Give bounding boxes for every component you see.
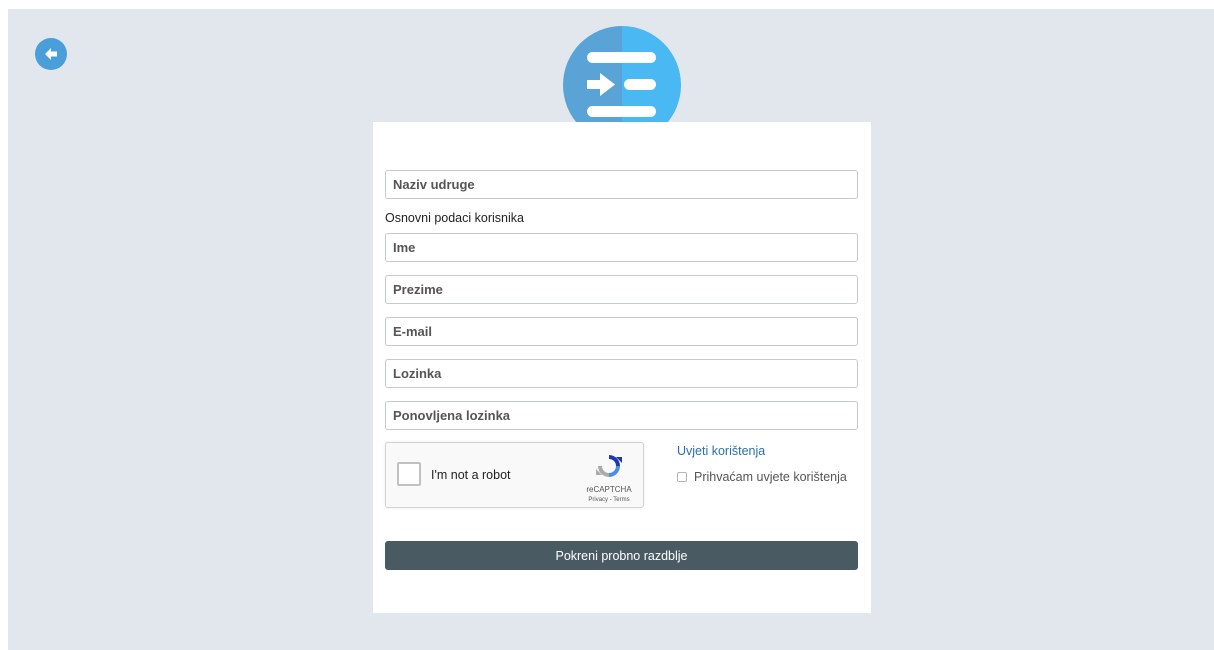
recaptcha-widget: I'm not a robot reCAPTCHA Privacy - Term… [385,442,644,508]
section-label: Osnovni podaci korisnika [385,211,524,225]
page-background: Osnovni podaci korisnika I'm not a robot… [8,9,1214,650]
registration-card: Osnovni podaci korisnika I'm not a robot… [373,122,871,613]
last-name-input[interactable] [385,275,858,304]
recaptcha-label: I'm not a robot [431,468,511,482]
org-name-input[interactable] [385,170,858,199]
first-name-input[interactable] [385,233,858,262]
accept-terms-checkbox[interactable] [677,472,687,482]
email-input[interactable] [385,317,858,346]
recaptcha-brand: reCAPTCHA [586,485,632,494]
back-button[interactable] [35,38,67,70]
recaptcha-checkbox[interactable] [397,462,421,486]
recaptcha-links[interactable]: Privacy - Terms [576,497,642,503]
accept-terms-row[interactable]: Prihvaćam uvjete korištenja [677,470,847,484]
start-trial-button[interactable]: Pokreni probno razdblje [385,541,858,570]
terms-link[interactable]: Uvjeti korištenja [677,444,765,458]
arrow-left-circle-icon [45,48,57,60]
password-repeat-input[interactable] [385,401,858,430]
accept-terms-label: Prihvaćam uvjete korištenja [694,470,847,484]
recaptcha-logo-icon [596,455,622,477]
password-input[interactable] [385,359,858,388]
